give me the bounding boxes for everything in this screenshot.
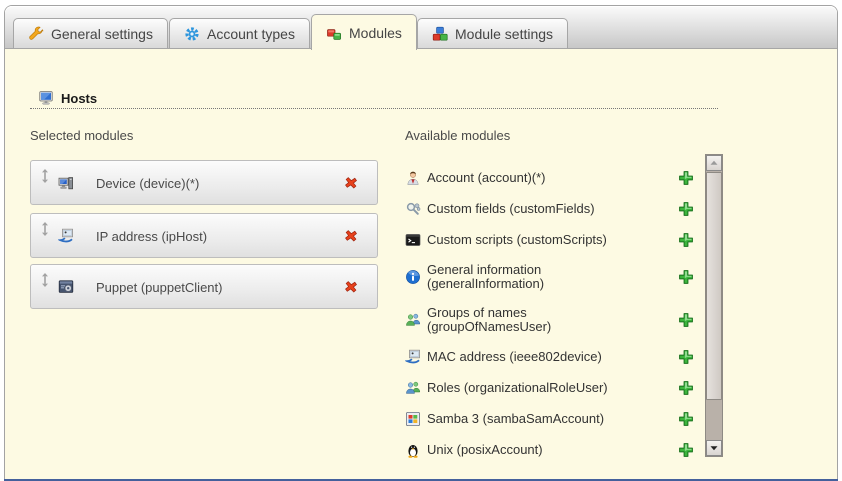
add-module-button[interactable]	[678, 349, 694, 365]
available-module-row: Custom fields (customFields)	[400, 201, 700, 217]
tab-account-types[interactable]: Account types	[169, 18, 310, 49]
available-module-row: Unix (posixAccount)	[400, 442, 700, 458]
gear-icon	[184, 26, 200, 42]
add-module-button[interactable]	[678, 380, 694, 396]
add-module-button[interactable]	[678, 170, 694, 186]
available-modules-list: Account (account)(*) Custom fields (cust…	[400, 170, 700, 467]
green-plus-icon	[678, 232, 694, 248]
selected-module-label: Device (device)(*)	[96, 176, 199, 191]
add-module-button[interactable]	[678, 442, 694, 458]
modules-panel: Hosts Selected modules Available modules…	[5, 50, 837, 481]
selected-module-row[interactable]: IP address (ipHost)	[30, 213, 378, 258]
tab-bar: General settings Account types Modules M…	[5, 6, 837, 49]
remove-module-button[interactable]	[343, 175, 359, 191]
tab-label: Account types	[207, 26, 295, 42]
available-modules-scrollbar[interactable]	[705, 154, 723, 457]
add-module-button[interactable]	[678, 232, 694, 248]
green-plus-icon	[678, 349, 694, 365]
available-module-label: Account (account)(*)	[427, 171, 546, 185]
green-plus-icon	[678, 269, 694, 285]
group-icon	[405, 312, 421, 328]
selected-module-label: IP address (ipHost)	[96, 229, 207, 244]
add-module-button[interactable]	[678, 269, 694, 285]
scrollbar-thumb[interactable]	[706, 172, 722, 400]
tab-label: Modules	[349, 25, 402, 41]
available-module-row: Groups of names (groupOfNamesUser)	[400, 306, 700, 334]
available-module-row: General information (generalInformation)	[400, 263, 700, 291]
available-module-label: Unix (posixAccount)	[427, 443, 543, 457]
available-module-label: General information (generalInformation)	[427, 263, 627, 291]
mac-address-icon	[405, 349, 421, 365]
samba-icon	[405, 411, 421, 427]
available-module-label: Custom scripts (customScripts)	[427, 233, 607, 247]
add-module-button[interactable]	[678, 312, 694, 328]
module-settings-icon	[432, 26, 448, 42]
green-plus-icon	[678, 411, 694, 427]
unix-icon	[405, 442, 421, 458]
scroll-up-button[interactable]	[706, 155, 722, 171]
device-icon	[58, 175, 74, 191]
section-divider	[30, 108, 718, 109]
section-header-hosts: Hosts	[38, 90, 97, 106]
available-module-row: MAC address (ieee802device)	[400, 349, 700, 365]
selected-modules-heading: Selected modules	[30, 128, 133, 143]
available-module-row: Custom scripts (customScripts)	[400, 232, 700, 248]
monitor-icon	[38, 90, 54, 106]
drag-handle-icon[interactable]	[39, 222, 51, 236]
green-plus-icon	[678, 201, 694, 217]
puppet-icon	[58, 279, 74, 295]
available-module-label: Roles (organizationalRoleUser)	[427, 381, 608, 395]
tab-modules[interactable]: Modules	[311, 14, 417, 50]
drag-handle-icon[interactable]	[39, 273, 51, 287]
available-module-row: Samba 3 (sambaSamAccount)	[400, 411, 700, 427]
tab-general-settings[interactable]: General settings	[13, 18, 168, 49]
tab-module-settings[interactable]: Module settings	[417, 18, 568, 49]
red-x-icon	[343, 228, 359, 244]
settings-panel: General settings Account types Modules M…	[4, 5, 838, 481]
section-title: Hosts	[61, 91, 97, 106]
info-icon	[405, 269, 421, 285]
available-module-label: Custom fields (customFields)	[427, 202, 595, 216]
roles-icon	[405, 380, 421, 396]
green-plus-icon	[678, 380, 694, 396]
selected-module-row[interactable]: Puppet (puppetClient)	[30, 264, 378, 309]
selected-module-row[interactable]: Device (device)(*)	[30, 160, 378, 205]
green-plus-icon	[678, 442, 694, 458]
available-module-label: Groups of names (groupOfNamesUser)	[427, 306, 627, 334]
green-plus-icon	[678, 312, 694, 328]
custom-fields-icon	[405, 201, 421, 217]
remove-module-button[interactable]	[343, 228, 359, 244]
account-icon	[405, 170, 421, 186]
drag-handle-icon[interactable]	[39, 169, 51, 183]
remove-module-button[interactable]	[343, 279, 359, 295]
selected-module-label: Puppet (puppetClient)	[96, 280, 222, 295]
add-module-button[interactable]	[678, 201, 694, 217]
green-plus-icon	[678, 170, 694, 186]
available-modules-heading: Available modules	[405, 128, 510, 143]
scroll-down-button[interactable]	[706, 440, 722, 456]
modules-icon	[326, 25, 342, 41]
add-module-button[interactable]	[678, 411, 694, 427]
tab-label: Module settings	[455, 26, 553, 42]
red-x-icon	[343, 279, 359, 295]
wrench-icon	[28, 26, 44, 42]
available-module-label: Samba 3 (sambaSamAccount)	[427, 412, 604, 426]
available-module-row: Roles (organizationalRoleUser)	[400, 380, 700, 396]
available-module-row: Account (account)(*)	[400, 170, 700, 186]
custom-scripts-icon	[405, 232, 421, 248]
available-module-label: MAC address (ieee802device)	[427, 350, 602, 364]
ip-address-icon	[58, 228, 74, 244]
red-x-icon	[343, 175, 359, 191]
tab-label: General settings	[51, 26, 153, 42]
